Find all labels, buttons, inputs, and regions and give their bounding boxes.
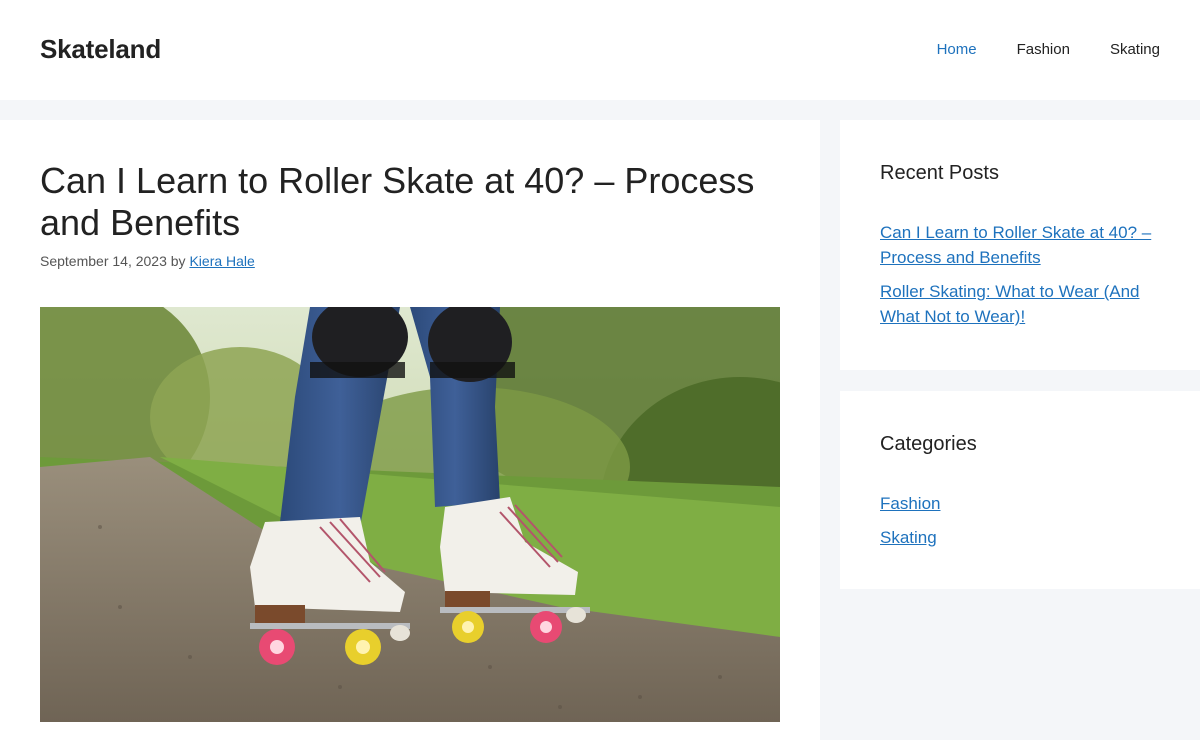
categories-list: Fashion Skating	[880, 491, 1170, 559]
post-date: September 14, 2023	[40, 253, 167, 269]
site-title[interactable]: Skateland	[40, 34, 161, 65]
list-item: Skating	[880, 525, 1170, 550]
post-title: Can I Learn to Roller Skate at 40? – Pro…	[40, 160, 755, 243]
list-item: Roller Skating: What to Wear (And What N…	[880, 279, 1170, 329]
categories-widget: Categories Fashion Skating	[840, 391, 1200, 589]
recent-posts-list: Can I Learn to Roller Skate at 40? – Pro…	[880, 220, 1170, 338]
main-nav: Home Fashion Skating	[897, 40, 1160, 60]
recent-post-link[interactable]: Roller Skating: What to Wear (And What N…	[880, 282, 1140, 326]
recent-post-link[interactable]: Can I Learn to Roller Skate at 40? – Pro…	[880, 223, 1151, 267]
site-header: Skateland Home Fashion Skating	[0, 0, 1200, 100]
nav-item-skating[interactable]: Skating	[1110, 40, 1160, 60]
author-link[interactable]: Kiera Hale	[189, 253, 254, 269]
list-item: Fashion	[880, 491, 1170, 516]
main-content: Can I Learn to Roller Skate at 40? – Pro…	[0, 120, 820, 740]
recent-posts-title: Recent Posts	[880, 162, 999, 184]
featured-image	[40, 307, 780, 722]
list-item: Can I Learn to Roller Skate at 40? – Pro…	[880, 220, 1170, 270]
category-link-fashion[interactable]: Fashion	[880, 494, 940, 513]
nav-item-home[interactable]: Home	[937, 40, 977, 60]
nav-item-fashion[interactable]: Fashion	[1017, 40, 1070, 60]
categories-title: Categories	[880, 433, 977, 455]
post-meta: September 14, 2023 by Kiera Hale	[40, 253, 255, 269]
category-link-skating[interactable]: Skating	[880, 528, 937, 547]
post-by: by	[170, 253, 186, 269]
recent-posts-widget: Recent Posts Can I Learn to Roller Skate…	[840, 120, 1200, 370]
